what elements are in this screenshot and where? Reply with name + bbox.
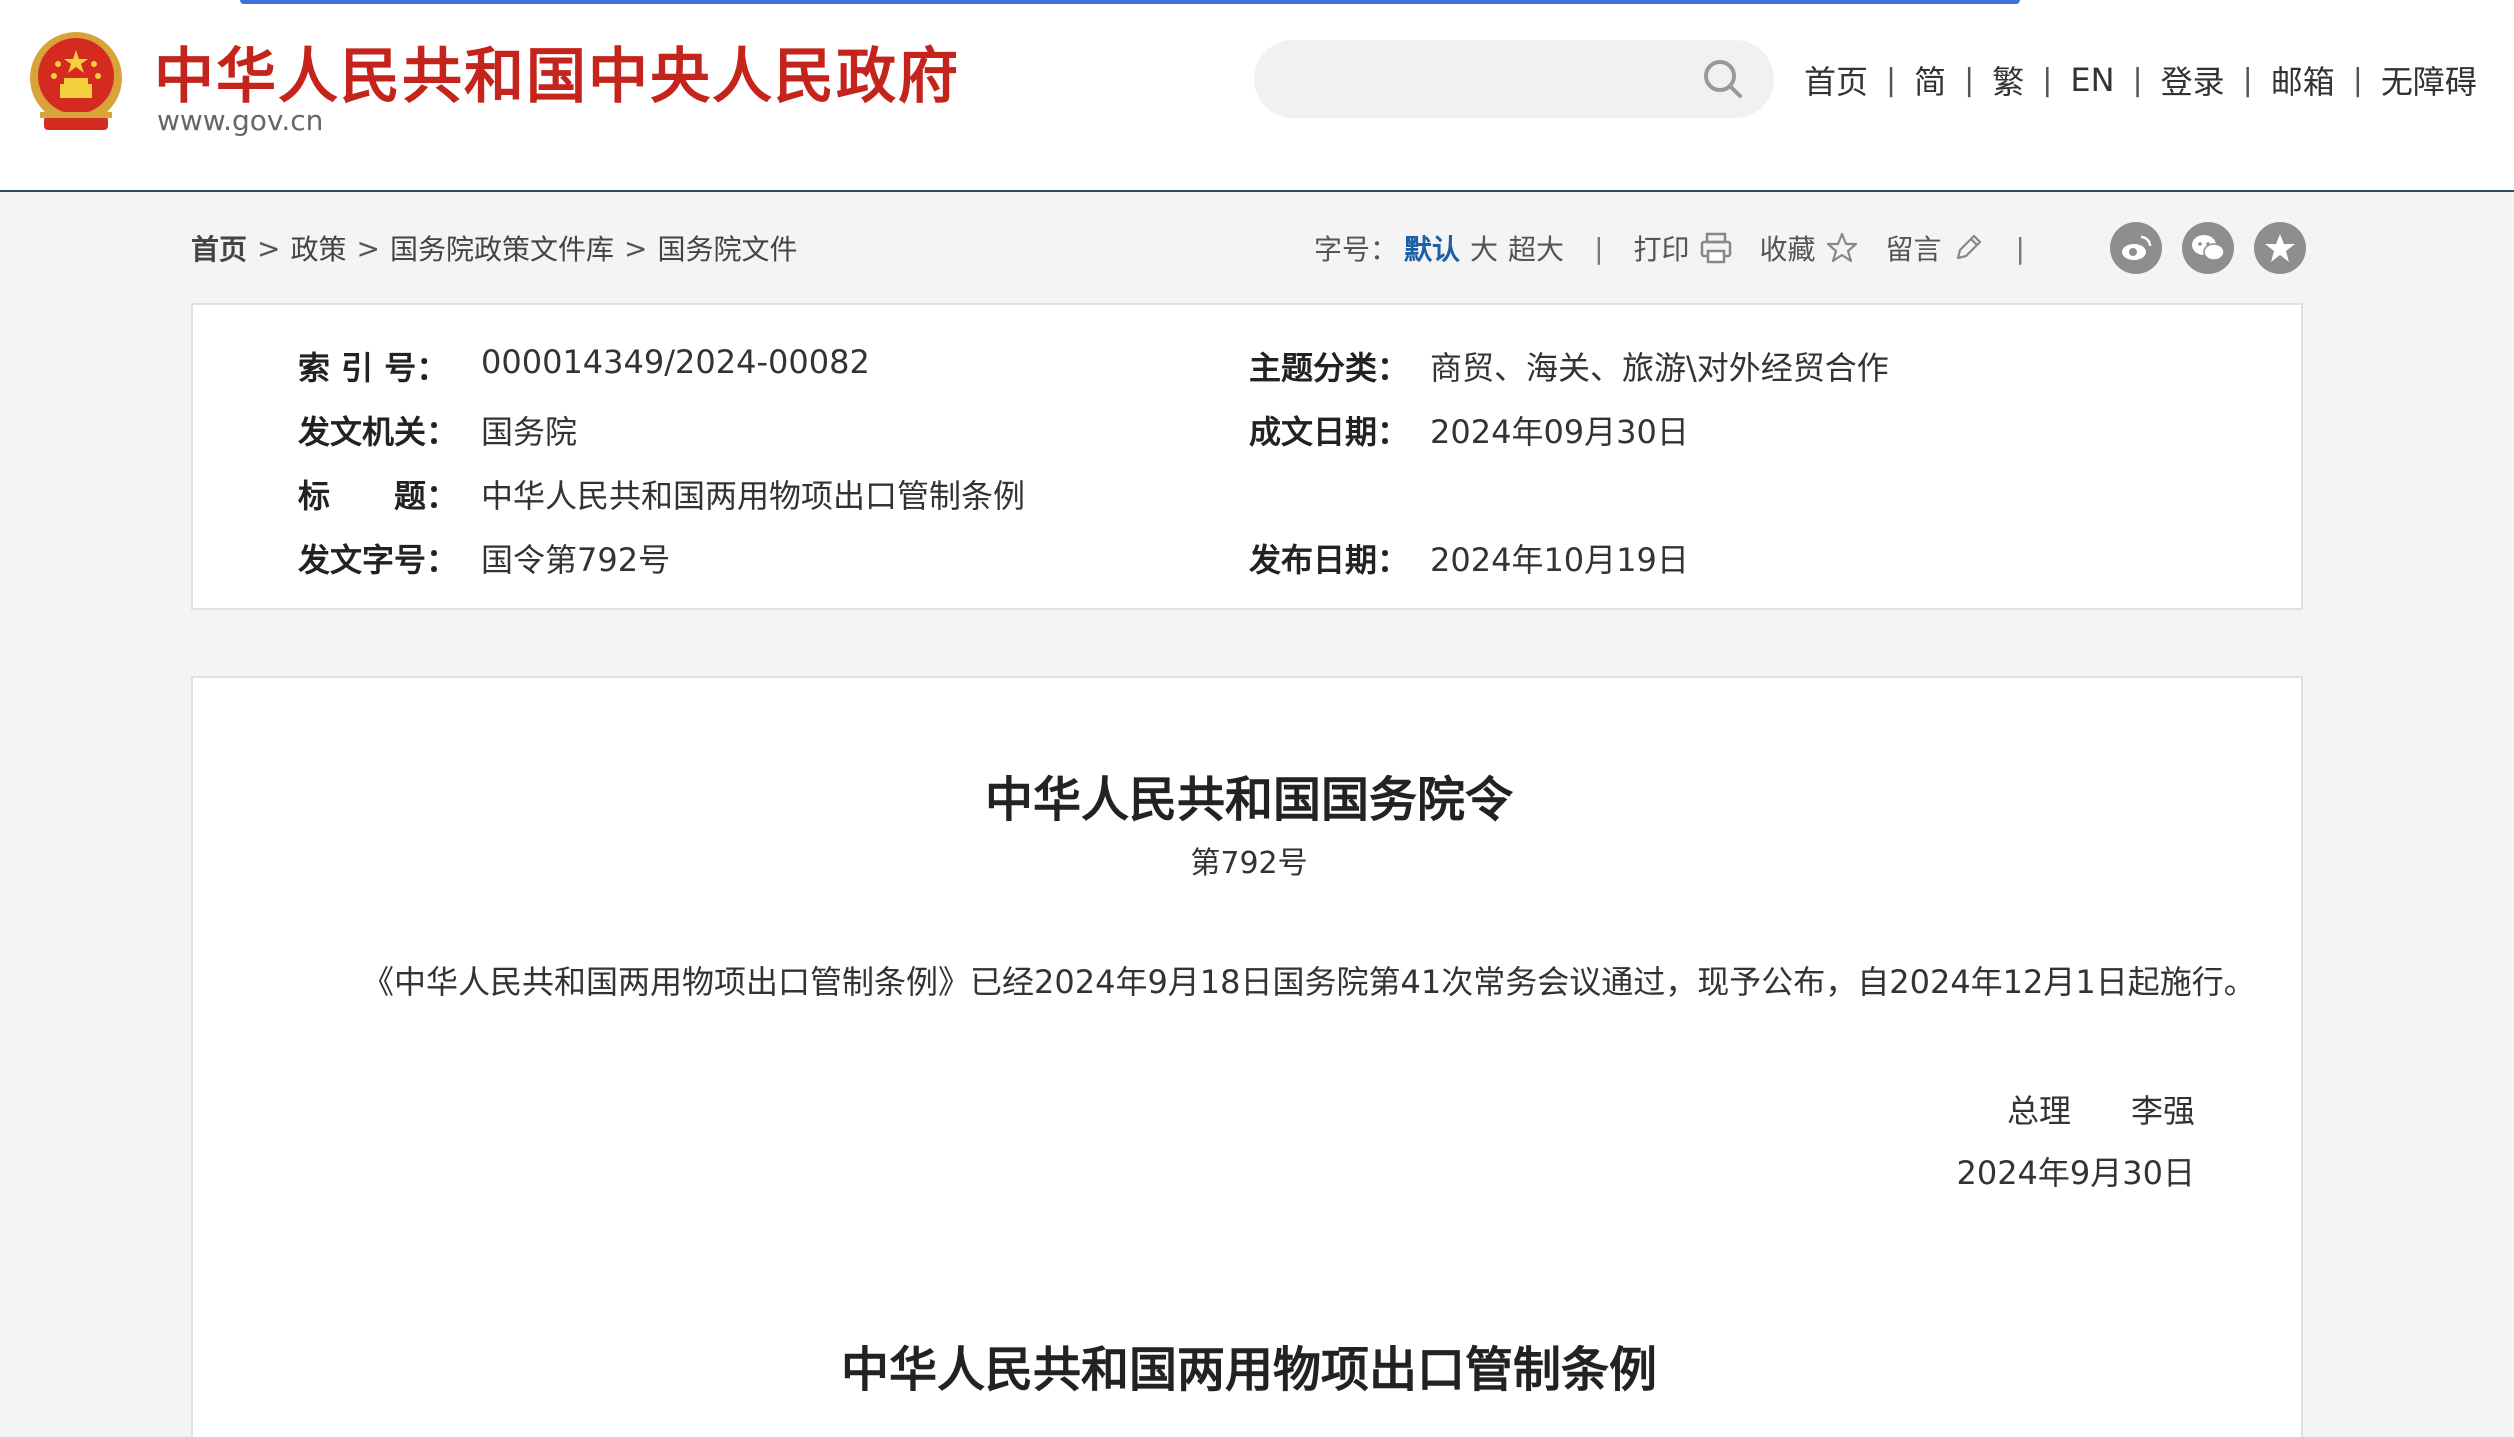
nav-traditional[interactable]: 繁: [1992, 57, 2024, 103]
print-label[interactable]: 打印: [1634, 228, 1690, 268]
decree-body: 《中华人民共和国两用物项出口管制条例》已经2024年9月18日国务院第41次常务…: [362, 963, 2256, 1001]
site-header: 中华人民共和国中央人民政府 www.gov.cn 首页 | 简 | 繁 | EN…: [0, 0, 2514, 192]
issuer-value: 国务院: [481, 413, 578, 451]
nav-home[interactable]: 首页: [1804, 57, 1868, 103]
weibo-share-button[interactable]: [2110, 222, 2162, 274]
breadcrumb-state-council-docs[interactable]: 国务院文件: [657, 228, 797, 268]
index-number-value: 000014349/2024-00082: [481, 343, 870, 381]
font-size-default[interactable]: 默认: [1404, 228, 1460, 268]
signature: 总理 李强: [2007, 1086, 2195, 1132]
comment-label[interactable]: 留言: [1886, 228, 1942, 268]
breadcrumb-separator: >: [257, 231, 281, 265]
search-icon[interactable]: [1700, 56, 1746, 102]
national-emblem-icon[interactable]: [26, 28, 126, 138]
signer-name: 李强: [2130, 1092, 2195, 1130]
font-size-label: 字号：: [1314, 233, 1399, 266]
title-label: 标 题：: [298, 477, 459, 515]
wechat-icon: [2192, 235, 2225, 261]
document-content: 中华人民共和国国务院令 第792号 《中华人民共和国两用物项出口管制条例》已经2…: [191, 676, 2303, 1437]
publish-date-value: 2024年10月19日: [1430, 541, 1689, 579]
signer-title: 总理: [2006, 1092, 2071, 1130]
printer-icon[interactable]: [1698, 230, 1734, 266]
page: 中华人民共和国中央人民政府 www.gov.cn 首页 | 简 | 繁 | EN…: [0, 0, 2514, 1437]
qzone-icon: [2265, 234, 2295, 262]
title-value: 中华人民共和国两用物项出口管制条例: [481, 477, 1026, 515]
document-metadata: 索 引 号： 000014349/2024-00082 主题分类： 商贸、海关、…: [191, 303, 2303, 610]
decree-title: 中华人民共和国国务院令: [984, 772, 1513, 828]
signature-date: 2024年9月30日: [1956, 1154, 2195, 1192]
font-size-large[interactable]: 大: [1470, 228, 1498, 268]
issuer-label: 发文机关：: [298, 413, 459, 451]
font-size-xlarge[interactable]: 超大: [1508, 228, 1564, 268]
pencil-icon[interactable]: [1950, 230, 1986, 266]
regulation-title: 中华人民共和国两用物项出口管制条例: [840, 1342, 1657, 1398]
category-value: 商贸、海关、旅游\对外经贸合作: [1430, 349, 1889, 387]
breadcrumb-policy-library[interactable]: 国务院政策文件库: [390, 228, 614, 268]
decree-number: 第792号: [1190, 846, 1308, 881]
weibo-icon: [2122, 235, 2152, 260]
nav-separator: |: [2132, 62, 2143, 98]
nav-separator: |: [2042, 62, 2053, 98]
nav-english[interactable]: EN: [2070, 61, 2114, 99]
written-date-label: 成文日期：: [1249, 413, 1410, 451]
header-accent-bar: [240, 0, 2020, 4]
star-icon[interactable]: [1824, 230, 1860, 266]
site-title[interactable]: 中华人民共和国中央人民政府: [154, 28, 960, 115]
nav-accessibility[interactable]: 无障碍: [2381, 57, 2477, 103]
category-label: 主题分类：: [1249, 349, 1410, 387]
publish-date-label: 发布日期：: [1249, 541, 1410, 579]
index-number-label: 索 引 号：: [298, 349, 449, 387]
favorite-label[interactable]: 收藏: [1760, 228, 1816, 268]
nav-login[interactable]: 登录: [2161, 57, 2225, 103]
nav-separator: |: [1964, 62, 1975, 98]
nav-simplified[interactable]: 简: [1914, 57, 1946, 103]
article-tools: 字号： 默认 大 超大 | 打印 收藏 留言 |: [1314, 226, 2055, 270]
qzone-share-button[interactable]: [2254, 222, 2306, 274]
breadcrumb-separator: >: [356, 231, 380, 265]
breadcrumb-separator: >: [623, 231, 648, 265]
nav-separator: |: [2352, 62, 2363, 98]
breadcrumb-home[interactable]: 首页: [191, 228, 247, 268]
tools-separator: |: [1594, 231, 1604, 265]
search-input[interactable]: [1254, 40, 1774, 118]
written-date-value: 2024年09月30日: [1430, 413, 1689, 451]
nav-separator: |: [2242, 62, 2253, 98]
nav-separator: |: [1886, 62, 1897, 98]
wechat-share-button[interactable]: [2182, 222, 2234, 274]
doc-number-value: 国令第792号: [481, 541, 671, 579]
breadcrumb-policy[interactable]: 政策: [290, 228, 346, 268]
nav-mail[interactable]: 邮箱: [2271, 57, 2335, 103]
breadcrumb: 首页 > 政策 > 国务院政策文件库 > 国务院文件: [191, 228, 797, 268]
top-nav: 首页 | 简 | 繁 | EN | 登录 | 邮箱 | 无障碍: [1804, 58, 2477, 102]
site-domain: www.gov.cn: [157, 104, 324, 137]
tools-separator: |: [2015, 231, 2025, 265]
doc-number-label: 发文字号：: [298, 541, 459, 579]
